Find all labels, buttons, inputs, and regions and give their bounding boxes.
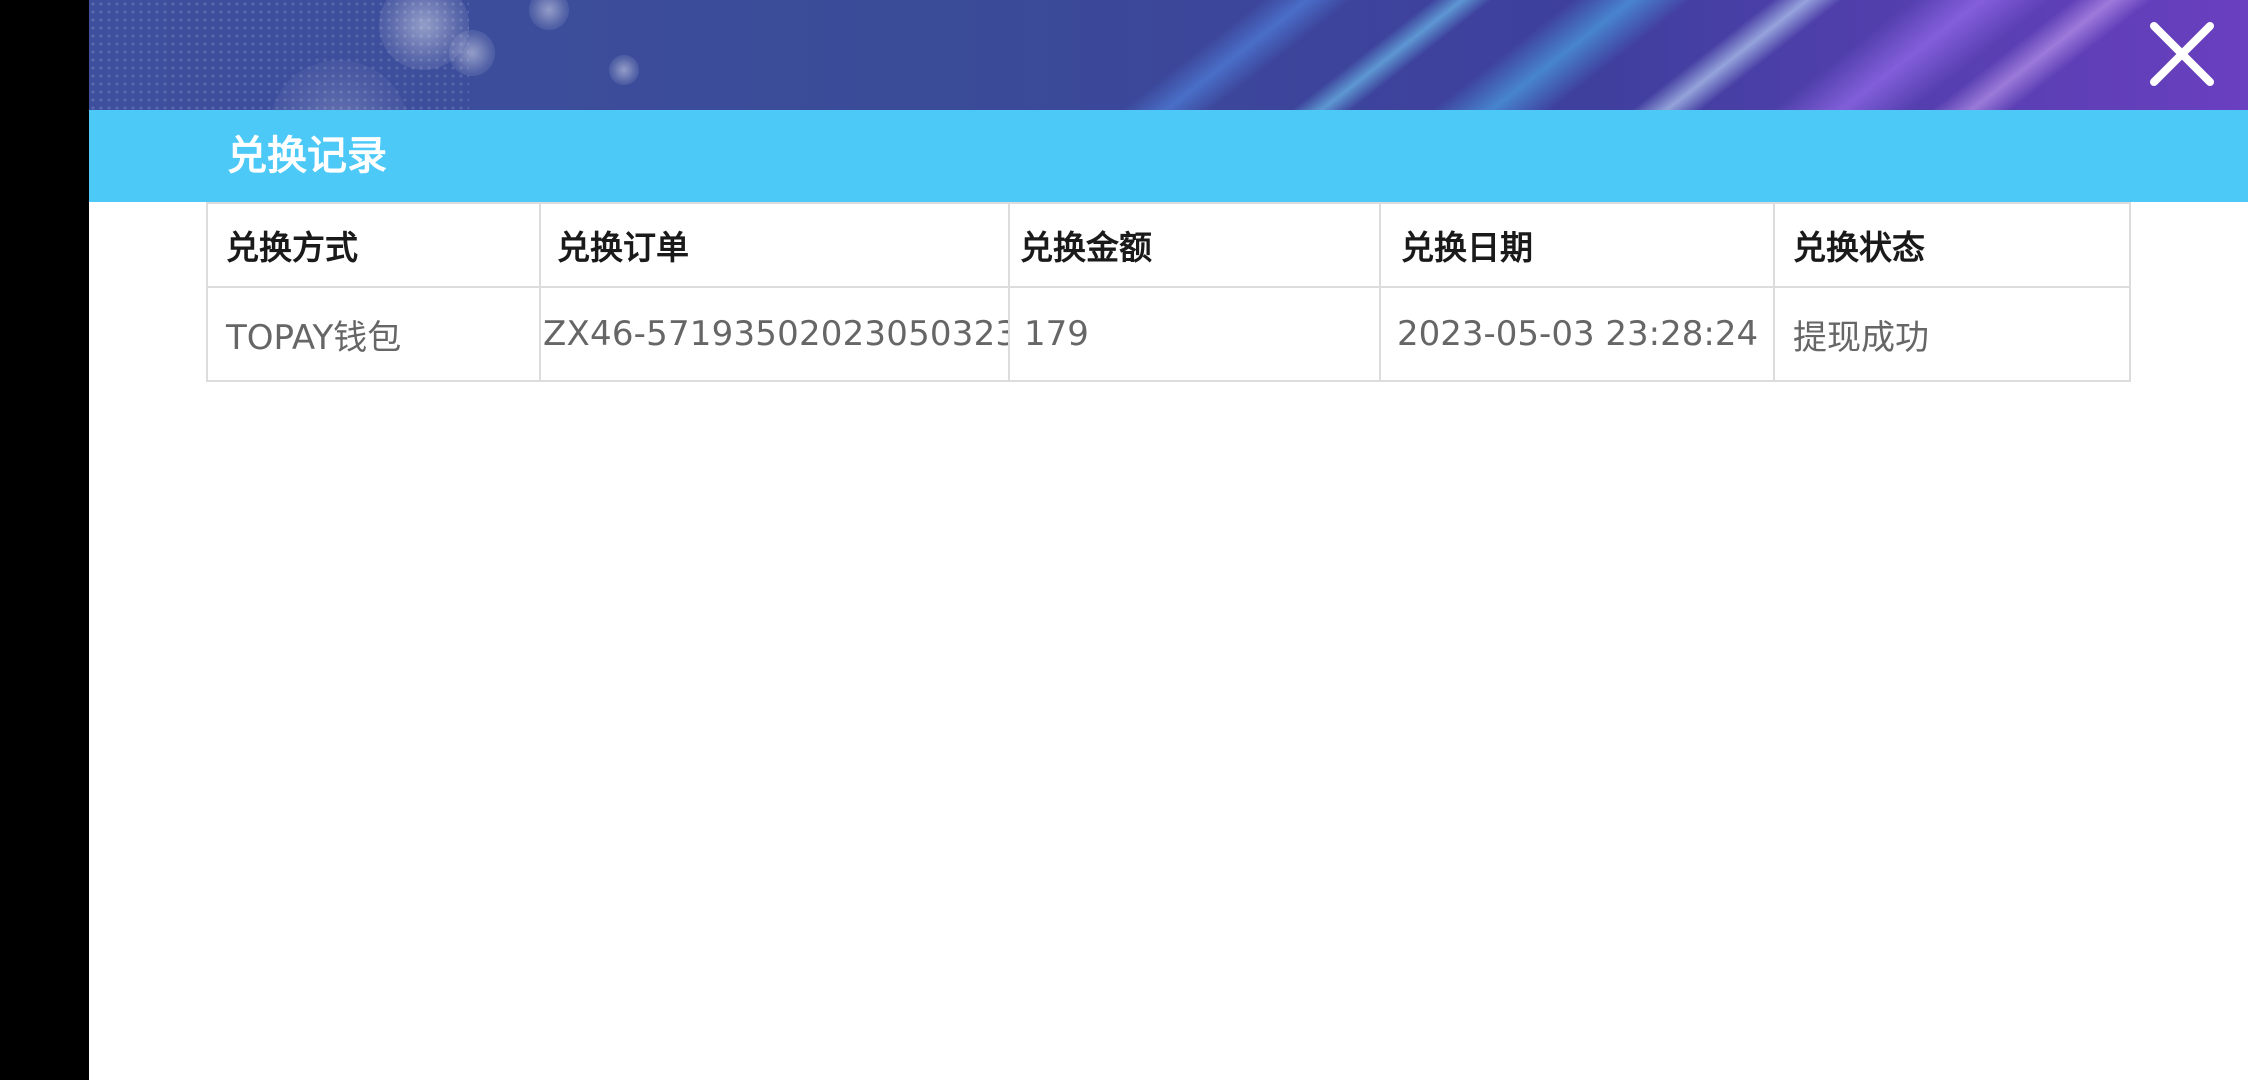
banner-bokeh bbox=[609, 55, 639, 85]
banner-bokeh bbox=[449, 30, 495, 76]
cell-method: TOPAY钱包 bbox=[206, 286, 541, 382]
title-bar: 兑换记录 bbox=[89, 110, 2248, 202]
column-header-method: 兑换方式 bbox=[206, 202, 541, 288]
close-icon bbox=[2150, 22, 2214, 86]
exchange-records-table: 兑换方式 兑换订单 兑换金额 兑换日期 兑换状态 TOPAY钱包 ZX46-57… bbox=[206, 202, 2131, 382]
column-header-order: 兑换订单 bbox=[539, 202, 1010, 288]
exchange-records-panel: 兑换记录 兑换方式 兑换订单 兑换金额 兑换日期 兑换状态 TOPAY钱包 ZX… bbox=[89, 0, 2248, 1080]
table-row: TOPAY钱包 ZX46-5719350202305032328​24 179 … bbox=[206, 286, 2131, 382]
page-title: 兑换记录 bbox=[227, 133, 387, 179]
column-header-status: 兑换状态 bbox=[1773, 202, 2131, 288]
cell-date: 2023-05-03 23:28:24 bbox=[1379, 286, 1775, 382]
cell-status: 提现成功 bbox=[1773, 286, 2131, 382]
cell-amount: 179 bbox=[1008, 286, 1381, 382]
column-header-amount: 兑换金额 bbox=[1008, 202, 1381, 288]
close-button[interactable] bbox=[2142, 14, 2222, 94]
column-header-date: 兑换日期 bbox=[1379, 202, 1775, 288]
header-banner bbox=[89, 0, 2248, 110]
banner-bokeh bbox=[529, 0, 569, 30]
table-header-row: 兑换方式 兑换订单 兑换金额 兑换日期 兑换状态 bbox=[206, 202, 2131, 288]
left-black-bar bbox=[0, 0, 89, 1080]
cell-order: ZX46-5719350202305032328​24 bbox=[539, 286, 1010, 382]
